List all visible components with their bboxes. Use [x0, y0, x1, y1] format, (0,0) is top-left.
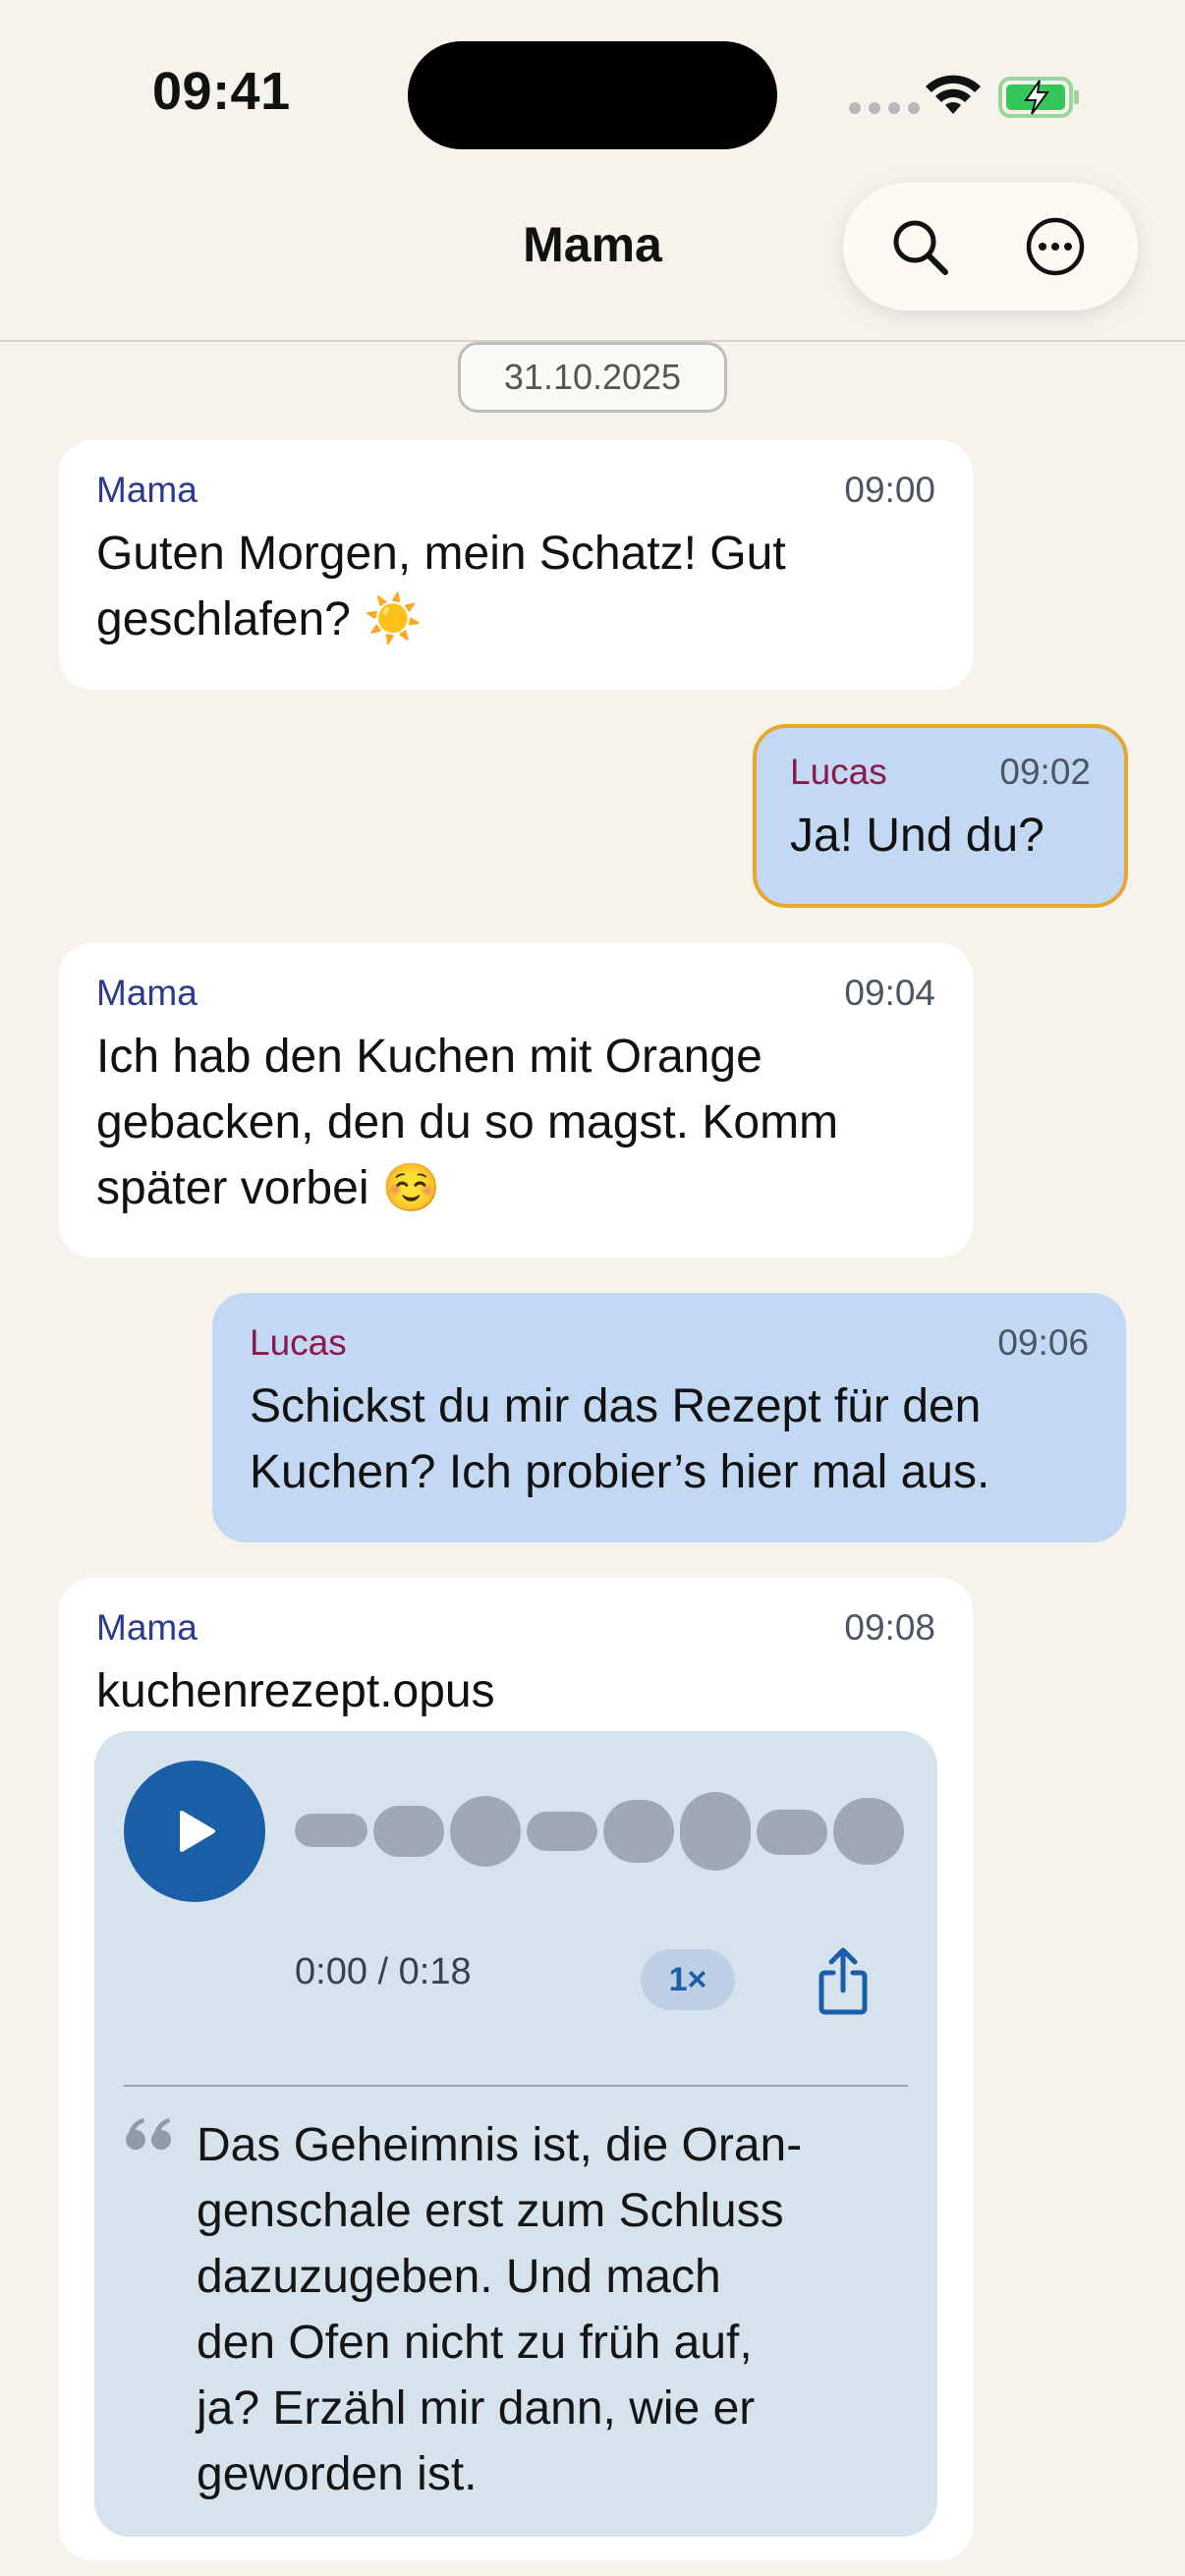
search-icon	[893, 220, 948, 275]
transcript-line: dazuzugeben. Und mach	[197, 2251, 721, 2303]
audio-position: 0:00 / 0:18	[295, 1951, 472, 1992]
dynamic-island	[408, 41, 777, 149]
message-text: Guten Morgen, mein Schatz! Gut geschlafe…	[96, 528, 786, 645]
sender-name: Lucas	[790, 752, 887, 792]
chat-header: Mama	[0, 183, 1185, 342]
waveform-bar	[295, 1814, 367, 1847]
more-options-button[interactable]	[1016, 207, 1095, 286]
date-separator: 31.10.2025	[458, 342, 727, 413]
waveform-bar	[603, 1800, 674, 1863]
message-time: 09:06	[997, 1322, 1089, 1363]
sender-name: Mama	[96, 973, 198, 1013]
message-bubble[interactable]: Mama 09:04 Ich hab den Kuchen mit Orange…	[59, 943, 973, 1258]
header-actions	[843, 183, 1138, 310]
quote-icon	[126, 2118, 171, 2150]
sender-name: Lucas	[250, 1322, 347, 1363]
audio-transcript: Das Geheimnis ist, die Oran- genschale e…	[197, 2112, 884, 2507]
transcript-line: Das Geheimnis ist, die Oran-	[197, 2119, 803, 2171]
battery-charging-icon	[998, 77, 1079, 118]
sender-name: Mama	[96, 470, 198, 510]
transcript-line: geworden ist.	[197, 2448, 478, 2500]
transcript-line: ja? Erzähl mir dann, wie er	[197, 2382, 756, 2435]
status-time: 09:41	[152, 62, 291, 121]
transcript-line: den Ofen nicht zu früh auf,	[197, 2317, 753, 2369]
message-bubble-highlighted[interactable]: Lucas 09:02 Ja! Und du?	[753, 724, 1128, 908]
more-options-icon	[1026, 217, 1085, 276]
waveform-bar	[450, 1796, 521, 1867]
share-button[interactable]	[812, 1945, 875, 2016]
wifi-icon	[926, 75, 981, 114]
message-text: Ich hab den Kuchen mit Orange gebacken, …	[96, 1031, 839, 1214]
transcript-divider	[124, 2085, 908, 2087]
waveform-bar	[527, 1812, 597, 1851]
audio-message-bubble[interactable]: Mama 09:08 kuchenrezept.opus 0:00 / 0:18…	[59, 1578, 973, 2560]
message-text: Schickst du mir das Rezept für den Kuche…	[250, 1380, 990, 1498]
message-text: Ja! Und du?	[790, 810, 1044, 862]
message-bubble[interactable]: Lucas 09:06 Schickst du mir das Rezept f…	[212, 1293, 1126, 1542]
search-button[interactable]	[880, 207, 959, 286]
audio-waveform[interactable]	[94, 1731, 937, 1937]
status-bar: 09:41	[0, 0, 1185, 187]
cellular-signal-icon	[849, 102, 920, 114]
share-icon	[818, 1947, 868, 2015]
audio-filename: kuchenrezept.opus	[96, 1665, 495, 1717]
message-time: 09:00	[844, 470, 935, 510]
waveform-bar	[757, 1810, 827, 1855]
sender-name: Mama	[96, 1607, 198, 1648]
message-bubble[interactable]: Mama 09:00 Guten Morgen, mein Schatz! Gu…	[59, 440, 973, 690]
message-time: 09:08	[844, 1607, 935, 1648]
audio-player: 0:00 / 0:18 1× Das Geheimnis ist, die Or…	[94, 1731, 937, 2537]
waveform-bar	[680, 1792, 751, 1871]
message-time: 09:02	[999, 752, 1091, 792]
waveform-bar	[833, 1798, 904, 1865]
waveform-bar	[373, 1806, 444, 1857]
transcript-line: genschale erst zum Schluss	[197, 2185, 784, 2237]
message-time: 09:04	[844, 973, 935, 1013]
playback-speed-button[interactable]: 1×	[641, 1949, 735, 2010]
